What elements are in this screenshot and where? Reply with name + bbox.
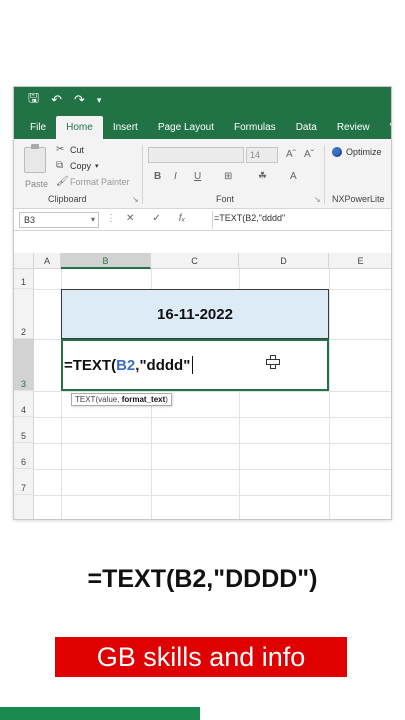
column-header-a[interactable]: A xyxy=(34,253,61,269)
row-header-7[interactable]: 7 xyxy=(14,469,34,495)
tab-page-layout[interactable]: Page Layout xyxy=(148,122,224,139)
dialog-launcher-icon[interactable]: ↘ xyxy=(132,195,139,204)
ribbon-home: Paste ✂ Cut ⧉ Copy ▾ 🖌 Format Painter Cl… xyxy=(14,139,391,209)
function-tooltip: TEXT(value, format_text) xyxy=(71,393,172,406)
italic-icon[interactable]: I xyxy=(174,171,177,182)
optimize-button[interactable]: Optimize xyxy=(332,147,382,157)
brush-icon: 🖌 xyxy=(56,176,69,187)
divider xyxy=(142,145,143,204)
tab-file[interactable]: File xyxy=(20,122,56,139)
gridline xyxy=(34,469,391,470)
font-color-icon[interactable]: A xyxy=(290,171,297,182)
paste-icon[interactable] xyxy=(24,144,46,173)
gridline xyxy=(329,269,330,519)
chevron-down-icon: ▾ xyxy=(95,163,99,170)
tab-insert[interactable]: Insert xyxy=(103,122,148,139)
increase-font-icon[interactable]: Aˆ xyxy=(286,149,296,160)
tooltip-end: ) xyxy=(165,395,168,404)
format-painter-button[interactable]: 🖌 Format Painter xyxy=(56,176,130,188)
font-dialog-launcher-icon[interactable]: ↘ xyxy=(314,195,321,204)
optimize-label: Optimize xyxy=(346,147,382,157)
cut-label: Cut xyxy=(70,145,85,155)
decrease-font-icon[interactable]: Aˇ xyxy=(304,149,314,160)
gridline xyxy=(34,391,391,392)
column-headers: A B C D E xyxy=(14,253,391,269)
paste-button[interactable]: Paste xyxy=(25,179,48,189)
tab-home[interactable]: Home xyxy=(56,116,103,139)
progress-bar xyxy=(0,707,200,720)
copy-icon: ⧉ xyxy=(56,160,64,171)
cell-b2-date[interactable]: 16-11-2022 xyxy=(61,289,329,339)
undo-icon[interactable]: ↶ xyxy=(51,92,62,108)
formula-input[interactable]: =TEXT(B2,"dddd" xyxy=(214,213,285,223)
gridline xyxy=(34,417,391,418)
save-icon[interactable]: 🖫 xyxy=(28,89,39,111)
divider xyxy=(212,211,213,229)
select-all-corner[interactable] xyxy=(14,253,34,269)
cut-button[interactable]: ✂ Cut xyxy=(56,144,85,156)
name-box[interactable]: B3 ▾ xyxy=(19,212,99,228)
gridline xyxy=(34,443,391,444)
formula-bar: B3 ▾ ⋮ ✕ ✓ fₓ =TEXT(B2,"dddd" xyxy=(14,209,391,231)
customize-icon[interactable]: ▾ xyxy=(97,95,102,106)
tooltip-arg[interactable]: format_text xyxy=(122,395,166,404)
font-size-value: 14 xyxy=(250,150,261,160)
row-header-5[interactable]: 5 xyxy=(14,417,34,443)
column-header-e[interactable]: E xyxy=(329,253,391,269)
row-header-6[interactable]: 6 xyxy=(14,443,34,469)
ribbon-tabs: File Home Insert Page Layout Formulas Da… xyxy=(14,113,391,139)
font-name-select[interactable] xyxy=(148,147,244,163)
formula-prefix: =TEXT( xyxy=(64,356,117,374)
gridline xyxy=(34,495,391,496)
insert-function-icon[interactable]: fₓ xyxy=(179,213,186,224)
row-header-3[interactable]: 3 xyxy=(14,339,34,391)
cell-reference: B2 xyxy=(116,356,136,374)
font-size-select[interactable]: 14 xyxy=(246,147,278,163)
row-header-4[interactable]: 4 xyxy=(14,391,34,417)
divider xyxy=(324,145,325,204)
formula-caption: =TEXT(B2,"DDDD") xyxy=(87,565,318,593)
tab-formulas[interactable]: Formulas xyxy=(224,122,286,139)
quick-access-toolbar: 🖫 ↶ ↷ ▾ xyxy=(14,87,391,113)
copy-label: Copy xyxy=(70,161,92,171)
text-caret xyxy=(192,356,194,374)
optimize-icon xyxy=(332,147,342,157)
tab-review[interactable]: Review xyxy=(327,122,380,139)
row-header-2[interactable]: 2 xyxy=(14,289,34,339)
tab-data[interactable]: Data xyxy=(286,122,327,139)
borders-icon[interactable]: ⊞ xyxy=(224,171,232,182)
scissors-icon: ✂ xyxy=(56,144,65,155)
more-icon: ⋮ xyxy=(106,213,116,224)
row-header-1[interactable]: 1 xyxy=(14,269,34,289)
font-group-label: Font xyxy=(216,194,235,204)
cell-cursor-icon xyxy=(266,355,280,369)
nxpowerlite-group-label: NXPowerLite xyxy=(332,194,385,204)
channel-banner: GB skills and info xyxy=(55,637,347,677)
tab-view[interactable]: Vie xyxy=(380,122,391,139)
row-header-8[interactable] xyxy=(14,495,34,519)
chevron-down-icon: ▾ xyxy=(90,215,95,224)
clipboard-group-label: Clipboard xyxy=(48,194,87,204)
cancel-icon[interactable]: ✕ xyxy=(126,213,134,224)
bold-icon[interactable]: B xyxy=(154,171,161,182)
worksheet-grid[interactable]: A B C D E 1 2 3 4 5 6 7 16-11-2022 =TEXT… xyxy=(14,253,391,519)
redo-icon[interactable]: ↷ xyxy=(74,92,85,108)
tooltip-func: TEXT(value, xyxy=(75,395,122,404)
excel-window: 🖫 ↶ ↷ ▾ File Home Insert Page Layout For… xyxy=(13,86,392,520)
column-header-d[interactable]: D xyxy=(239,253,329,269)
column-header-c[interactable]: C xyxy=(151,253,239,269)
name-box-value: B3 xyxy=(24,215,36,225)
column-header-b[interactable]: B xyxy=(61,253,151,269)
formula-suffix: ,"dddd" xyxy=(135,356,191,374)
cell-b3-formula-edit[interactable]: =TEXT(B2 ,"dddd" xyxy=(61,339,329,391)
fill-color-icon[interactable]: ☘ xyxy=(258,171,267,182)
format-painter-label: Format Painter xyxy=(70,177,130,187)
enter-icon[interactable]: ✓ xyxy=(152,213,160,224)
copy-button[interactable]: ⧉ Copy ▾ xyxy=(56,160,99,172)
underline-icon[interactable]: U xyxy=(194,171,201,182)
